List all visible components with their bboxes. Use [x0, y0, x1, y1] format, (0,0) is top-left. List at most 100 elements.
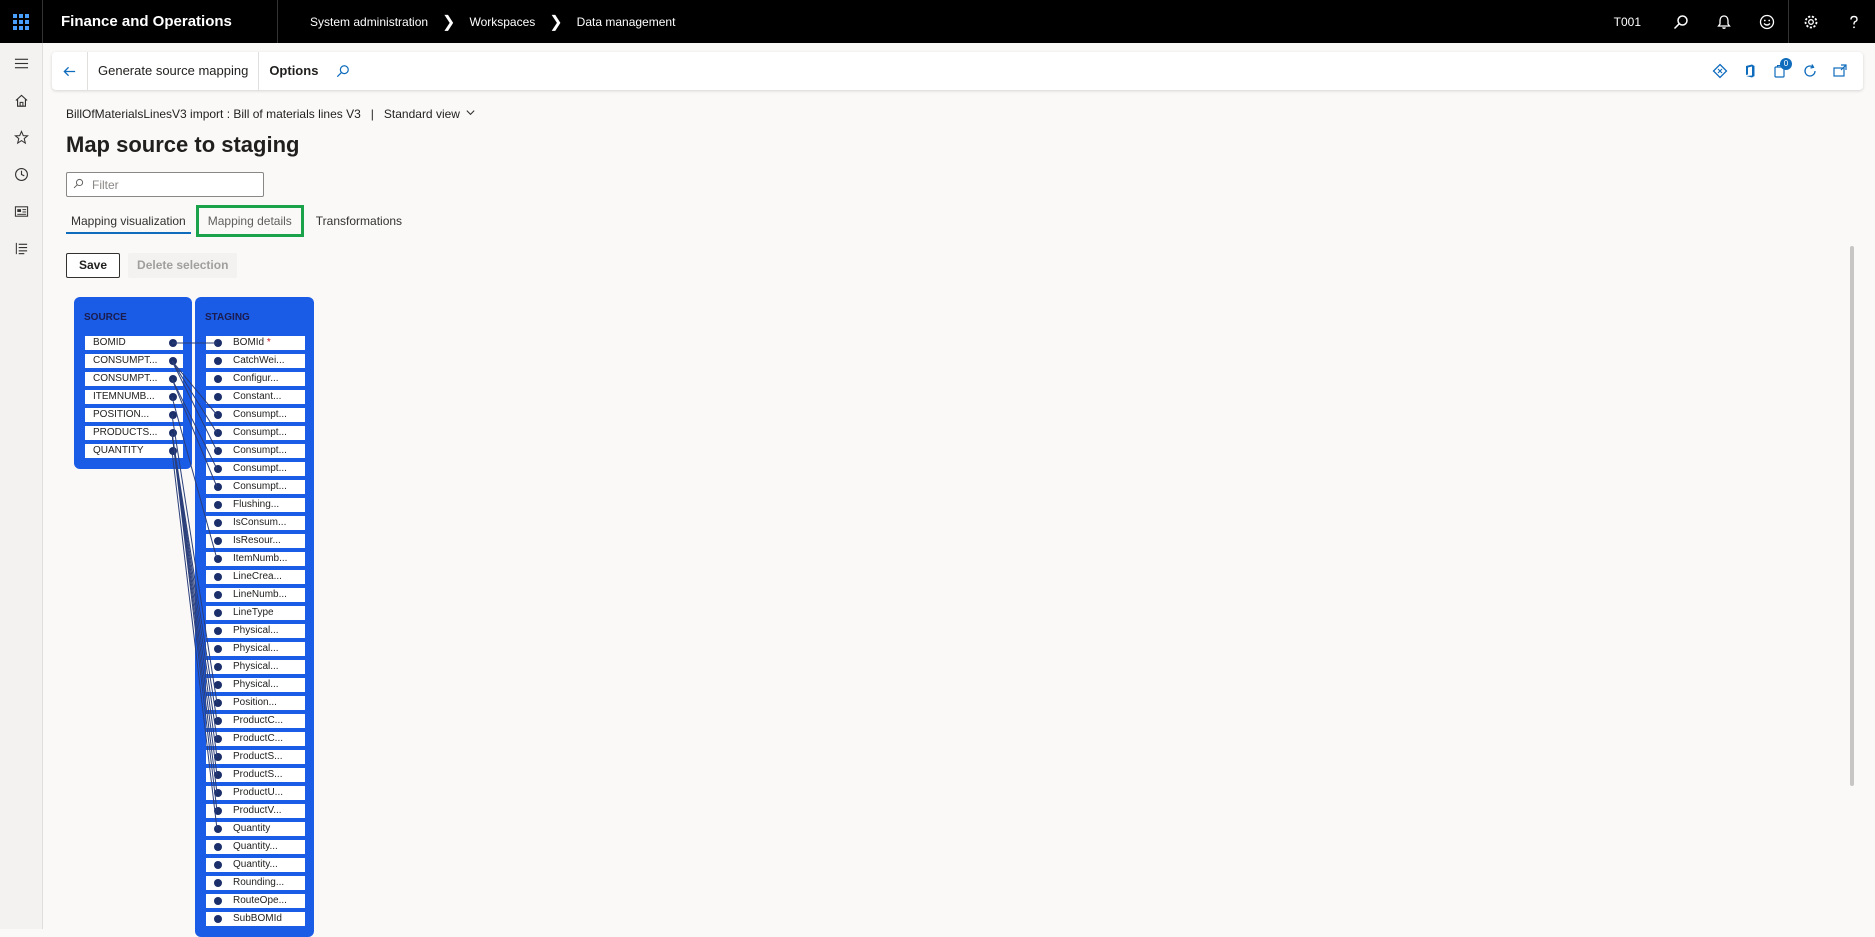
open-in-new-window-icon[interactable] [1825, 52, 1855, 90]
staging-field[interactable]: LineNumb... [205, 587, 306, 603]
staging-field[interactable]: Consumpt... [205, 461, 306, 477]
tab-mapping-details[interactable]: Mapping details [195, 205, 304, 237]
app-name[interactable]: Finance and Operations [43, 0, 278, 43]
source-field[interactable]: BOMID [84, 335, 184, 351]
staging-field[interactable]: Rounding... [205, 875, 306, 891]
tab-mapping-visualization[interactable]: Mapping visualization [66, 208, 191, 234]
staging-connector-dot[interactable] [214, 825, 222, 833]
staging-connector-dot[interactable] [214, 627, 222, 635]
power-apps-icon[interactable] [1705, 52, 1735, 90]
staging-field[interactable]: RouteOpe... [205, 893, 306, 909]
staging-field[interactable]: ProductS... [205, 749, 306, 765]
home-icon[interactable] [0, 82, 43, 119]
source-connector-dot[interactable] [169, 393, 177, 401]
staging-connector-dot[interactable] [214, 717, 222, 725]
smiley-icon[interactable] [1745, 0, 1788, 43]
tab-transformations[interactable]: Transformations [311, 208, 407, 234]
back-arrow-icon[interactable] [52, 52, 88, 90]
staging-field[interactable]: Quantity [205, 821, 306, 837]
staging-connector-dot[interactable] [214, 375, 222, 383]
source-connector-dot[interactable] [169, 429, 177, 437]
refresh-icon[interactable] [1795, 52, 1825, 90]
staging-field[interactable]: ProductC... [205, 713, 306, 729]
staging-connector-dot[interactable] [214, 393, 222, 401]
staging-connector-dot[interactable] [214, 879, 222, 887]
gear-icon[interactable] [1789, 0, 1832, 43]
staging-field[interactable]: ProductU... [205, 785, 306, 801]
staging-field[interactable]: ItemNumb... [205, 551, 306, 567]
staging-field[interactable]: Consumpt... [205, 425, 306, 441]
staging-connector-dot[interactable] [214, 897, 222, 905]
staging-field[interactable]: Consumpt... [205, 443, 306, 459]
staging-field[interactable]: Physical... [205, 677, 306, 693]
staging-connector-dot[interactable] [214, 465, 222, 473]
staging-field[interactable]: Physical... [205, 623, 306, 639]
action-search-icon[interactable] [328, 52, 358, 90]
staging-field[interactable]: Consumpt... [205, 407, 306, 423]
staging-field[interactable]: IsResour... [205, 533, 306, 549]
staging-field[interactable]: BOMId * [205, 335, 306, 351]
staging-connector-dot[interactable] [214, 609, 222, 617]
staging-connector-dot[interactable] [214, 447, 222, 455]
help-icon[interactable] [1832, 0, 1875, 43]
clock-icon[interactable] [0, 156, 43, 193]
staging-connector-dot[interactable] [214, 573, 222, 581]
staging-field[interactable]: ProductC... [205, 731, 306, 747]
staging-field[interactable]: IsConsum... [205, 515, 306, 531]
staging-connector-dot[interactable] [214, 501, 222, 509]
source-field[interactable]: ITEMNUMB... [84, 389, 184, 405]
source-field[interactable]: CONSUMPT... [84, 371, 184, 387]
staging-connector-dot[interactable] [214, 699, 222, 707]
staging-connector-dot[interactable] [214, 555, 222, 563]
breadcrumb-workspaces[interactable]: Workspaces [469, 15, 535, 29]
staging-field[interactable]: SubBOMId [205, 911, 306, 927]
modules-list-icon[interactable] [0, 230, 43, 267]
company-picker[interactable]: T001 [1614, 15, 1641, 29]
staging-connector-dot[interactable] [214, 915, 222, 923]
staging-field[interactable]: CatchWei... [205, 353, 306, 369]
staging-connector-dot[interactable] [214, 861, 222, 869]
staging-connector-dot[interactable] [214, 789, 222, 797]
attachments-icon[interactable]: 0 [1765, 52, 1795, 90]
staging-connector-dot[interactable] [214, 771, 222, 779]
staging-field[interactable]: LineCrea... [205, 569, 306, 585]
source-field[interactable]: PRODUCTS... [84, 425, 184, 441]
save-button[interactable]: Save [66, 253, 121, 278]
source-connector-dot[interactable] [169, 447, 177, 455]
source-field[interactable]: POSITION... [84, 407, 184, 423]
staging-connector-dot[interactable] [214, 753, 222, 761]
staging-field[interactable]: Quantity... [205, 839, 306, 855]
staging-field[interactable]: Consumpt... [205, 479, 306, 495]
star-icon[interactable] [0, 119, 43, 156]
staging-field[interactable]: ProductS... [205, 767, 306, 783]
source-connector-dot[interactable] [169, 339, 177, 347]
staging-field[interactable]: Quantity... [205, 857, 306, 873]
bell-icon[interactable] [1702, 0, 1745, 43]
staging-connector-dot[interactable] [214, 735, 222, 743]
hamburger-menu-icon[interactable] [0, 45, 43, 82]
generate-source-mapping-button[interactable]: Generate source mapping [88, 52, 258, 90]
staging-field[interactable]: Physical... [205, 659, 306, 675]
staging-field[interactable]: Physical... [205, 641, 306, 657]
staging-connector-dot[interactable] [214, 537, 222, 545]
staging-field[interactable]: Position... [205, 695, 306, 711]
breadcrumb-system-administration[interactable]: System administration [310, 15, 428, 29]
staging-connector-dot[interactable] [214, 357, 222, 365]
source-field[interactable]: CONSUMPT... [84, 353, 184, 369]
staging-field[interactable]: Configur... [205, 371, 306, 387]
staging-field[interactable]: LineType [205, 605, 306, 621]
source-field[interactable]: QUANTITY [84, 443, 184, 459]
filter-input[interactable] [90, 176, 250, 193]
staging-connector-dot[interactable] [214, 429, 222, 437]
app-launcher-icon[interactable] [0, 0, 43, 43]
workspace-icon[interactable] [0, 193, 43, 230]
staging-connector-dot[interactable] [214, 483, 222, 491]
breadcrumb-data-management[interactable]: Data management [577, 15, 676, 29]
source-connector-dot[interactable] [169, 375, 177, 383]
source-connector-dot[interactable] [169, 357, 177, 365]
staging-connector-dot[interactable] [214, 663, 222, 671]
search-icon[interactable] [1659, 0, 1702, 43]
staging-field[interactable]: Constant... [205, 389, 306, 405]
view-selector[interactable]: Standard view [384, 107, 460, 121]
staging-connector-dot[interactable] [214, 411, 222, 419]
